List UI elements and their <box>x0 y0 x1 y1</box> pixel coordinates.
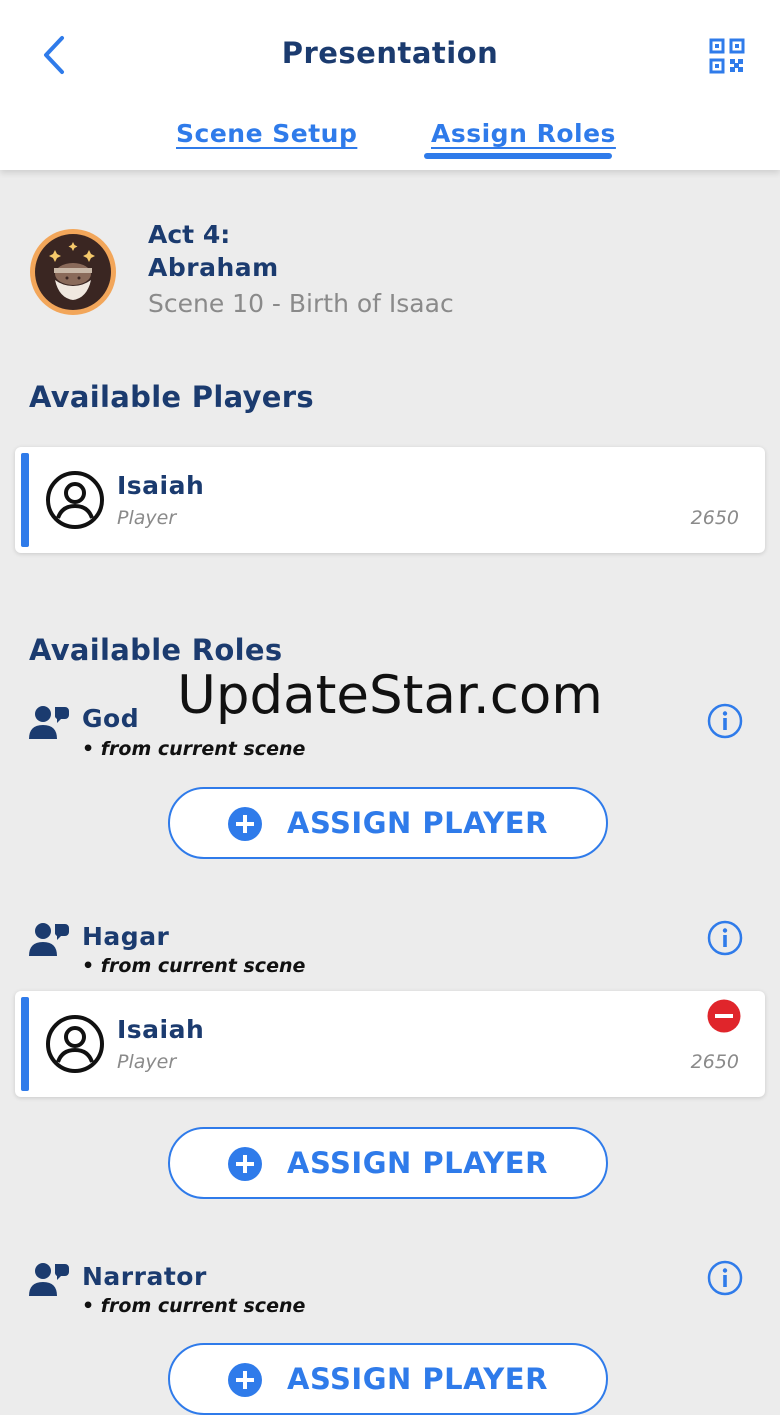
scene-name: Scene 10 - Birth of Isaac <box>148 289 454 318</box>
role-people-icon <box>29 1262 69 1298</box>
player-name: Isaiah <box>117 1015 205 1044</box>
app-header: Presentation Scene Setup Assign Roles <box>0 0 780 170</box>
user-avatar-icon <box>45 470 105 530</box>
role-source: • from current scene <box>82 1295 306 1317</box>
player-score: 2650 <box>690 507 739 529</box>
role-source: • from current scene <box>82 955 306 977</box>
assign-player-label: ASSIGN PLAYER <box>287 1146 548 1180</box>
assign-player-label: ASSIGN PLAYER <box>287 1362 548 1396</box>
assign-player-button[interactable]: ASSIGN PLAYER <box>168 787 608 859</box>
abraham-avatar <box>29 228 117 316</box>
card-accent-bar <box>21 997 29 1091</box>
info-icon[interactable] <box>707 1260 743 1296</box>
plus-circle-icon <box>227 806 263 842</box>
player-type: Player <box>117 1051 177 1073</box>
card-accent-bar <box>21 453 29 547</box>
active-tab-indicator <box>424 153 612 159</box>
role-people-icon <box>29 922 69 958</box>
assign-player-button[interactable]: ASSIGN PLAYER <box>168 1343 608 1415</box>
act-label: Act 4: <box>148 220 231 249</box>
act-name: Abraham <box>148 253 279 282</box>
available-roles-heading: Available Roles <box>29 633 283 667</box>
assign-player-button[interactable]: ASSIGN PLAYER <box>168 1127 608 1199</box>
player-card[interactable]: Isaiah Player 2650 <box>15 447 765 553</box>
player-name: Isaiah <box>117 471 205 500</box>
info-icon[interactable] <box>707 920 743 956</box>
tab-scene-setup[interactable]: Scene Setup <box>176 119 357 148</box>
role-source: • from current scene <box>82 738 306 760</box>
assigned-player-card[interactable]: Isaiah Player 2650 <box>15 991 765 1097</box>
player-score: 2650 <box>690 1051 739 1073</box>
tab-assign-roles[interactable]: Assign Roles <box>431 119 616 148</box>
role-name: Narrator <box>82 1262 207 1291</box>
role-name: Hagar <box>82 922 170 951</box>
assign-player-label: ASSIGN PLAYER <box>287 806 548 840</box>
remove-minus-icon[interactable] <box>707 999 741 1033</box>
available-players-heading: Available Players <box>29 380 314 414</box>
watermark-text: UpdateStar.com <box>177 665 603 726</box>
user-avatar-icon <box>45 1014 105 1074</box>
qr-code-icon[interactable] <box>709 38 745 74</box>
page-title: Presentation <box>281 36 499 70</box>
plus-circle-icon <box>227 1362 263 1398</box>
player-type: Player <box>117 507 177 529</box>
plus-circle-icon <box>227 1146 263 1182</box>
